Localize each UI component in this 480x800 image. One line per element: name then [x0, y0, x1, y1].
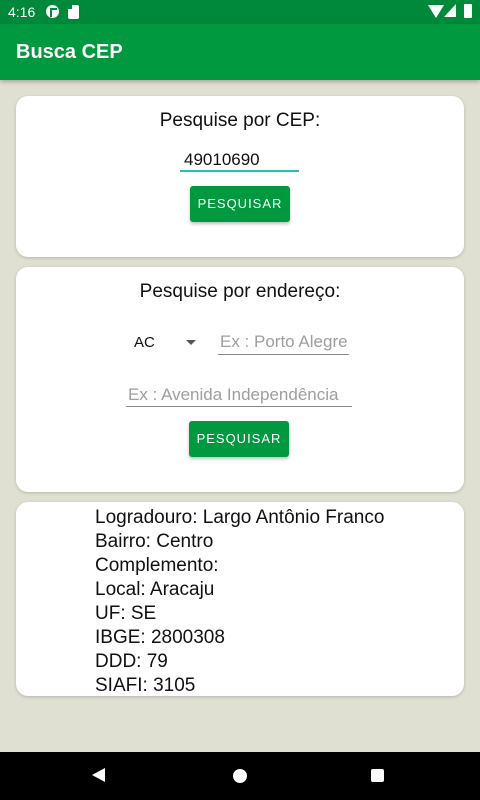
cep-search-button[interactable]: PESQUISAR [190, 186, 290, 222]
app-title: Busca CEP [16, 41, 123, 63]
home-icon[interactable] [233, 769, 247, 783]
status-time: 4:16 [8, 4, 36, 20]
cep-search-title: Pesquise por CEP: [159, 110, 321, 131]
result-ibge: IBGE: 2800308 [95, 627, 225, 648]
result-local: Local: Aracaju [95, 579, 215, 600]
result-uf: UF: SE [95, 603, 157, 624]
uf-dropdown[interactable]: AC [128, 331, 202, 355]
result-complemento: Complemento: [95, 555, 219, 576]
signal-icon [444, 4, 456, 17]
result-siafi: SIAFI: 3105 [95, 675, 196, 696]
address-search-title: Pesquise por endereço: [139, 281, 341, 302]
result-logradouro: Logradouro: Largo Antônio Franco [95, 507, 385, 528]
city-input[interactable] [218, 329, 349, 355]
status-bar: 4:16 [0, 0, 480, 24]
dropdown-arrow-icon [186, 340, 196, 345]
address-search-button[interactable]: PESQUISAR [189, 421, 289, 457]
notification-icon [46, 5, 59, 18]
app-bar: Busca CEP [0, 24, 480, 80]
navigation-bar [0, 752, 480, 800]
battery-icon [464, 4, 472, 18]
street-input[interactable] [126, 383, 352, 407]
cep-input[interactable] [180, 150, 299, 172]
back-icon[interactable] [92, 768, 105, 782]
cep-search-card: Pesquise por CEP: PESQUISAR [16, 96, 464, 257]
result-card: Logradouro: Largo Antônio Franco Bairro:… [16, 502, 464, 696]
uf-selected-value: AC [134, 334, 155, 351]
address-search-card: Pesquise por endereço: AC PESQUISAR [16, 267, 464, 492]
result-bairro: Bairro: Centro [95, 531, 214, 552]
result-ddd: DDD: 79 [95, 651, 168, 672]
sd-card-icon [68, 5, 79, 19]
wifi-icon [428, 5, 444, 18]
recents-icon[interactable] [371, 769, 384, 782]
